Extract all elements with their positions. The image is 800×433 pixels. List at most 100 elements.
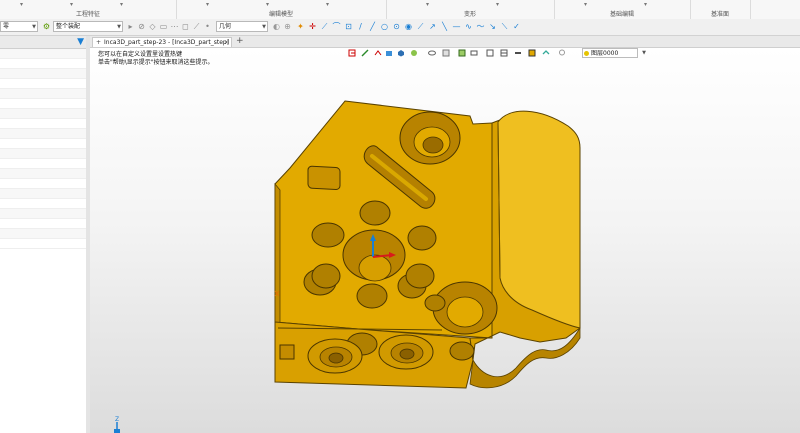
list-item[interactable] [0, 109, 86, 119]
list-item[interactable] [0, 169, 86, 179]
list-item[interactable] [0, 219, 86, 229]
list-item[interactable] [0, 59, 86, 69]
ribbon-group-label: 基础编辑 [609, 11, 634, 18]
triad-axis-label: Z [115, 416, 120, 423]
filter-select-value: 零 [3, 23, 10, 30]
align-icon[interactable]: ✛ [308, 22, 317, 31]
ribbon-tick: ▾ [426, 1, 430, 8]
3d-viewport[interactable]: 您可以在自定义设置里设置热键 单击"帮助\显示提示"按钮来取消这些提示。 图层0… [90, 48, 800, 433]
snap-select-value: 几何 [219, 23, 232, 30]
filter-select[interactable]: 零 ▼ [0, 21, 38, 32]
tab-document[interactable]: + Inca3D_part_step-23 - [Inca3D_part_step… [92, 37, 232, 47]
line-tool-icon[interactable]: ⟋ [320, 22, 329, 31]
pin-icon[interactable]: + [96, 39, 101, 46]
list-item[interactable] [0, 119, 86, 129]
part-detail-overlay [274, 200, 446, 374]
tab-document-label: Inca3D_part_step-23 - [Inca3D_part_step] [104, 39, 230, 46]
assembly-icon[interactable]: ⚙ [42, 22, 51, 31]
ribbon-tick: ▾ [326, 1, 330, 8]
ribbon-group-engineering-features[interactable]: ▾ ▾ ▾ 工程特征 [0, 0, 177, 19]
hole [359, 200, 391, 226]
curve-tool-icon[interactable]: ∿ [464, 22, 473, 31]
ribbon-tick: ▾ [266, 1, 270, 8]
ribbon: ▾ ▾ ▾ 工程特征 ▾ ▾ ▾ 编辑模型 ▾ ▾ 变形 ▾ ▾ 基础编辑 基准… [0, 0, 800, 20]
list-item[interactable] [0, 99, 86, 109]
ribbon-group-label: 编辑模型 [268, 11, 293, 18]
filter-clear-icon[interactable]: ⊘ [137, 22, 146, 31]
add-tab-button[interactable]: + [236, 36, 244, 47]
ribbon-group-label: 变形 [463, 11, 476, 18]
ribbon-group-label: 工程特征 [75, 11, 100, 18]
filter-icon[interactable]: ▼ [77, 37, 84, 47]
pick-icon[interactable]: ▸ [126, 22, 135, 31]
line-tool-4-icon[interactable]: ╲ [440, 22, 449, 31]
ribbon-tick: ▾ [120, 1, 124, 8]
list-item[interactable] [0, 149, 86, 159]
tree-header: ▼ [0, 36, 86, 49]
close-icon[interactable]: × [224, 38, 229, 47]
arc-tool-icon[interactable]: ⌒ [332, 22, 341, 31]
sketch-point-icon[interactable]: ✦ [296, 22, 305, 31]
line-tool-3-icon[interactable]: ╱ [368, 22, 377, 31]
list-item[interactable] [0, 139, 86, 149]
smart-pick-icon[interactable]: ◇ [148, 22, 157, 31]
ribbon-tick: ▾ [644, 1, 648, 8]
list-item[interactable] [0, 179, 86, 189]
ribbon-tick: ▾ [20, 1, 24, 8]
hole [356, 283, 388, 309]
wave-tool-icon[interactable]: 〜 [476, 22, 485, 31]
point-tool-icon[interactable]: ◉ [404, 22, 413, 31]
ribbon-tick: ▾ [584, 1, 588, 8]
list-item[interactable] [0, 229, 86, 239]
list-item[interactable] [0, 159, 86, 169]
chevron-down-icon: ▼ [32, 24, 36, 30]
face-pick-icon[interactable]: ◻ [181, 22, 190, 31]
ribbon-group-datum-plane[interactable]: 基准面 [690, 0, 751, 19]
history-tree-panel: ▼ [0, 36, 87, 433]
box-pick-icon[interactable]: ▭ [159, 22, 168, 31]
diagonal-tool-icon[interactable]: ⟋ [416, 22, 425, 31]
list-item[interactable] [0, 79, 86, 89]
filter-icon[interactable]: ⊕ [283, 22, 292, 31]
list-item[interactable] [0, 129, 86, 139]
assembly-select[interactable]: 整个装配 ▼ [53, 21, 123, 32]
front-notch [279, 344, 295, 360]
arrow-tool-icon[interactable]: ↗ [428, 22, 437, 31]
hole [407, 225, 437, 251]
rect-tool-icon[interactable]: ⊡ [344, 22, 353, 31]
ribbon-tick: ▾ [206, 1, 210, 8]
trim-tool-icon[interactable]: ⟍ [500, 22, 509, 31]
ribbon-group-edit-model[interactable]: ▾ ▾ ▾ 编辑模型 [176, 0, 387, 19]
circle-tool-icon[interactable]: ○ [380, 22, 389, 31]
ribbon-group-basic-edit[interactable]: ▾ ▾ 基础编辑 [554, 0, 691, 19]
chain-pick-icon[interactable]: ⋯ [170, 22, 179, 31]
view-icon[interactable]: ◐ [272, 22, 281, 31]
selection-toolbar: 零 ▼ ⚙ 整个装配 ▼ ▸ ⊘ ◇ ▭ ⋯ ◻ ⟋ • 几何 ▼ ◐ ⊕ ✦ … [0, 19, 800, 36]
dash-tool-icon[interactable]: — [452, 22, 461, 31]
line-tool-2-icon[interactable]: / [356, 22, 365, 31]
list-item[interactable] [0, 239, 86, 249]
point-pick-icon[interactable]: • [203, 22, 212, 31]
ribbon-group-label: 基准面 [710, 11, 729, 18]
target-tool-icon[interactable]: ⊙ [392, 22, 401, 31]
document-tab-strip: + Inca3D_part_step-23 - [Inca3D_part_step… [90, 36, 800, 48]
extend-tool-icon[interactable]: ↘ [488, 22, 497, 31]
list-item[interactable] [0, 199, 86, 209]
hole [424, 294, 446, 312]
list-item[interactable] [0, 189, 86, 199]
chevron-down-icon: ▼ [262, 24, 266, 30]
split-tool-icon[interactable]: ✓ [512, 22, 521, 31]
ribbon-group-morph[interactable]: ▾ ▾ 变形 [386, 0, 555, 19]
list-item[interactable] [0, 49, 86, 59]
assembly-select-value: 整个装配 [56, 23, 81, 30]
edge-pick-icon[interactable]: ⟋ [192, 22, 201, 31]
list-item[interactable] [0, 209, 86, 219]
hole [311, 263, 341, 289]
chevron-down-icon: ▼ [117, 24, 121, 30]
list-item[interactable] [0, 69, 86, 79]
ribbon-tick: ▾ [70, 1, 74, 8]
list-item[interactable] [0, 89, 86, 99]
ribbon-tick: ▾ [496, 1, 500, 8]
tree-rows [0, 49, 86, 433]
snap-select[interactable]: 几何 ▼ [216, 21, 268, 32]
